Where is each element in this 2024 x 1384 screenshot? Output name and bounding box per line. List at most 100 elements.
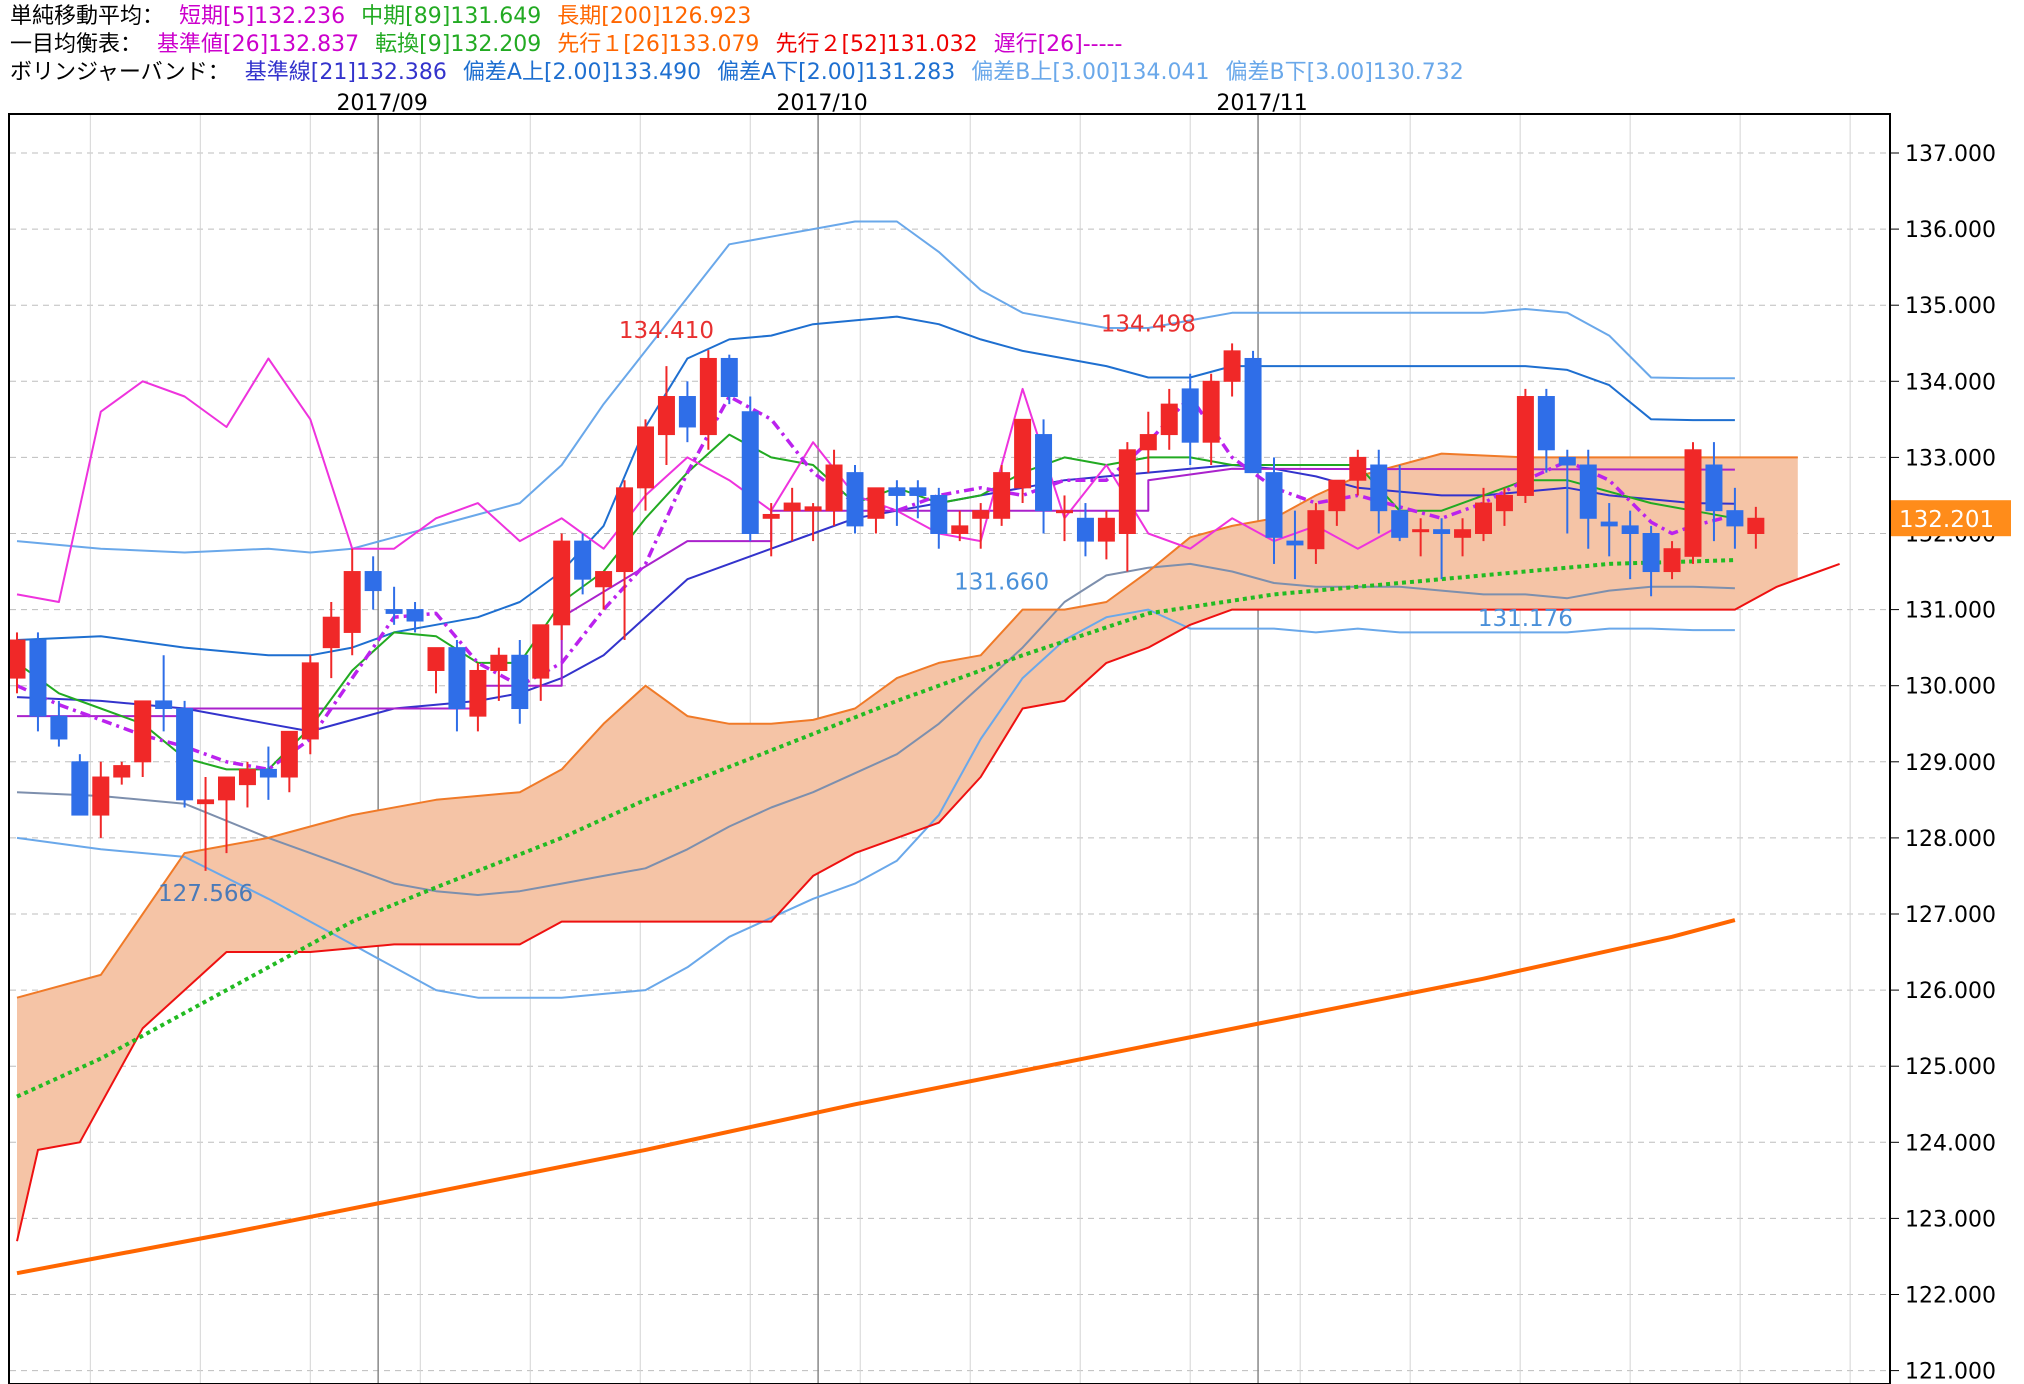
candle-55 — [1160, 388, 1178, 450]
candle-8 — [176, 700, 194, 808]
candle-body-81 — [1705, 464, 1723, 512]
candle-44 — [930, 487, 948, 549]
candle-35 — [741, 396, 759, 542]
y-tick-label-16: 121.000 — [1905, 1360, 1996, 1384]
candle-body-63 — [1328, 479, 1346, 512]
candle-body-50 — [1056, 510, 1073, 514]
y-tick-label-4: 133.000 — [1905, 446, 1996, 471]
y-tick-label-1: 136.000 — [1905, 218, 1996, 243]
candle-body-25 — [532, 624, 550, 679]
x-tick-label-0: 2017/09 — [336, 91, 427, 116]
candle-12 — [259, 746, 277, 800]
candle-56 — [1181, 373, 1199, 466]
annotation-label-4: 131.176 — [1478, 606, 1573, 632]
candle-57 — [1202, 373, 1220, 466]
y-tick-label-10: 127.000 — [1905, 903, 1996, 928]
sma-long-line — [16, 918, 1736, 1276]
candle-10 — [218, 776, 235, 854]
candle-body-55 — [1160, 403, 1178, 436]
candle-body-17 — [364, 571, 382, 592]
annotation-label-3: 134.498 — [1101, 311, 1196, 337]
candle-body-36 — [762, 513, 780, 519]
date-axis: 2017/09 2017/10 2017/11 — [336, 91, 1307, 116]
candle-body-1 — [29, 639, 47, 717]
candle-20 — [427, 647, 445, 694]
candle-0 — [8, 632, 26, 694]
candle-body-80 — [1684, 449, 1702, 557]
candle-body-13 — [280, 730, 298, 778]
candle-49 — [1035, 419, 1053, 534]
candle-33 — [699, 350, 717, 450]
x-tick-label-1: 2017/10 — [776, 91, 867, 116]
candle-5 — [113, 761, 131, 785]
y-tick-label-11: 126.000 — [1905, 979, 1996, 1004]
candle-body-67 — [1412, 529, 1430, 533]
candle-body-54 — [1139, 434, 1157, 451]
candle-body-72 — [1516, 396, 1534, 496]
candle-22 — [469, 662, 487, 732]
candle-7 — [155, 655, 173, 732]
candle-body-18 — [385, 609, 403, 614]
candle-body-78 — [1642, 533, 1660, 573]
annotation-label-2: 131.660 — [954, 569, 1049, 595]
price-axis: 137.000136.000135.000134.000133.000132.0… — [1889, 142, 2011, 1384]
candle-27 — [574, 533, 592, 595]
y-tick-label-13: 124.000 — [1905, 1131, 1996, 1156]
candle-18 — [385, 586, 403, 625]
candle-body-42 — [888, 487, 906, 496]
candle-body-7 — [155, 700, 173, 710]
candle-body-65 — [1370, 464, 1388, 512]
candle-body-40 — [846, 472, 864, 527]
candle-body-66 — [1391, 510, 1409, 538]
candle-body-57 — [1202, 380, 1220, 443]
candle-body-21 — [448, 647, 466, 710]
candle-body-24 — [511, 654, 529, 710]
candle-body-15 — [322, 616, 340, 649]
candle-body-20 — [427, 647, 445, 671]
candle-body-28 — [595, 571, 613, 588]
candle-body-34 — [720, 357, 738, 398]
candle-body-82 — [1726, 510, 1744, 527]
candle-body-39 — [825, 464, 843, 512]
candle-body-76 — [1600, 521, 1618, 527]
candle-body-47 — [993, 472, 1011, 519]
y-tick-label-7: 130.000 — [1905, 675, 1996, 700]
y-tick-label-8: 129.000 — [1905, 751, 1996, 776]
candle-body-68 — [1433, 529, 1451, 535]
candle-body-43 — [909, 487, 927, 496]
candle-body-79 — [1663, 548, 1681, 573]
x-tick-label-2: 2017/11 — [1216, 91, 1307, 116]
candle-body-58 — [1223, 350, 1241, 382]
candle-80 — [1684, 442, 1702, 564]
candle-body-44 — [930, 494, 948, 535]
candle-body-5 — [113, 765, 131, 778]
candle-body-53 — [1118, 449, 1136, 535]
candle-body-9 — [197, 799, 215, 805]
candle-body-52 — [1097, 517, 1115, 542]
candle-52 — [1097, 510, 1115, 560]
candle-body-45 — [951, 525, 969, 535]
candle-body-74 — [1558, 456, 1576, 466]
candle-body-48 — [1014, 418, 1032, 489]
candle-body-11 — [238, 768, 256, 786]
candle-body-0 — [8, 639, 26, 679]
candle-16 — [343, 548, 361, 656]
y-tick-label-14: 123.000 — [1905, 1207, 1996, 1232]
candle-body-19 — [406, 609, 424, 622]
candle-body-62 — [1307, 510, 1325, 550]
candle-4 — [92, 761, 110, 838]
candle-59 — [1244, 350, 1262, 474]
candle-32 — [678, 381, 696, 443]
candle-body-49 — [1035, 434, 1053, 512]
candle-body-2 — [50, 715, 68, 740]
candle-24 — [511, 640, 529, 724]
candle-body-31 — [657, 396, 675, 436]
candle-body-14 — [301, 662, 319, 740]
candle-body-69 — [1454, 529, 1472, 538]
candle-body-4 — [92, 776, 110, 816]
candle-body-77 — [1621, 525, 1639, 535]
candle-29 — [616, 480, 634, 641]
y-tick-label-2: 135.000 — [1905, 294, 1996, 319]
candle-body-32 — [678, 396, 696, 428]
candle-body-23 — [490, 654, 508, 671]
